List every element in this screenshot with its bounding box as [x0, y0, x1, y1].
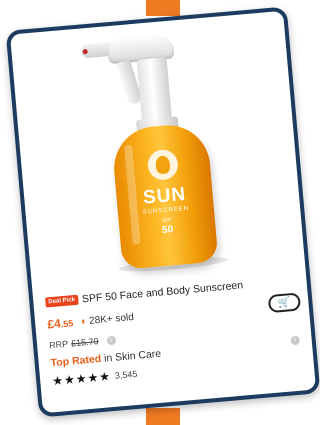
sold-count: 28K+ sold — [88, 311, 135, 327]
info-icon[interactable]: i — [106, 335, 116, 345]
rrp-value: £15.79 — [70, 336, 99, 349]
cart-icon: 🛒 — [277, 296, 292, 309]
product-info: Deal Pick SPF 50 Face and Body Sunscreen… — [45, 272, 308, 389]
rated-category: in Skin Care — [103, 347, 162, 365]
review-count: 3,545 — [114, 368, 138, 381]
background-strip-top — [146, 0, 180, 16]
flame-icon: ◐ — [80, 315, 88, 328]
product-image[interactable]: SUN SUNSCREEN SPF 50 — [10, 11, 305, 289]
rrp-label: RRP — [48, 338, 69, 351]
info-icon[interactable]: i — [290, 335, 301, 346]
top-rated-label[interactable]: Top Rated — [50, 353, 101, 369]
product-card[interactable]: SUN SUNSCREEN SPF 50 Deal Pick SPF 50 Fa… — [5, 6, 320, 418]
deal-badge: Deal Pick — [45, 294, 79, 308]
sprayer-neck — [136, 57, 173, 124]
add-to-cart-button[interactable]: 🛒 — [267, 292, 302, 314]
stage: SUN SUNSCREEN SPF 50 Deal Pick SPF 50 Fa… — [0, 0, 320, 425]
background-strip-bottom — [146, 408, 180, 425]
price-decimal: .55 — [60, 318, 74, 330]
product-price: £4.55 — [47, 315, 74, 331]
star-rating-icon: ★★★★★ — [51, 369, 112, 389]
